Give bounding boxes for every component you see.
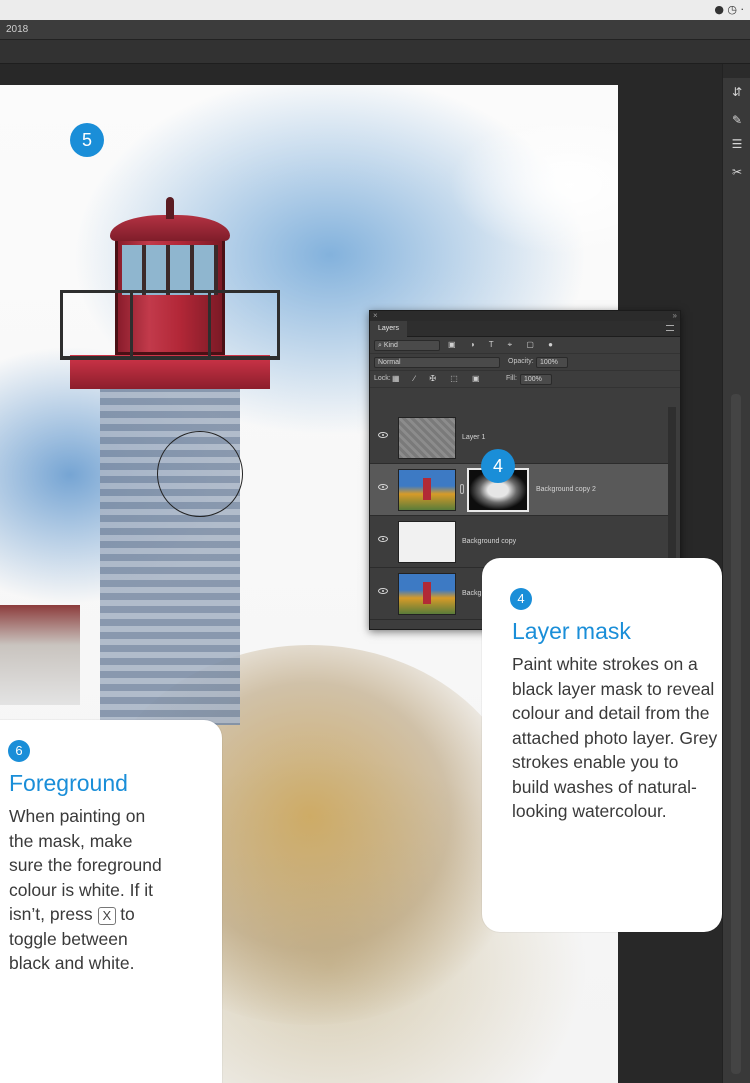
visibility-eye-icon[interactable] xyxy=(378,536,388,542)
lighthouse-finial xyxy=(166,197,174,219)
layer-name: Backg xyxy=(462,590,482,597)
layer-thumbnail xyxy=(398,521,456,563)
visibility-eye-icon[interactable] xyxy=(378,588,388,594)
system-menu-bar: ● ◷ · xyxy=(0,0,750,20)
lighthouse xyxy=(60,85,280,725)
lock-row: Lock: ▦ ∕ ✠ ⬚ ▣ Fill: 100% xyxy=(370,371,680,388)
callout-body: Paint white strokes on a black layer mas… xyxy=(512,654,718,821)
lighthouse-deck xyxy=(70,355,270,389)
collapse-icon[interactable]: » xyxy=(673,311,677,320)
opacity-input[interactable]: 100% xyxy=(536,357,568,368)
panel-menu-icon[interactable] xyxy=(666,325,674,331)
keyboard-key: X xyxy=(97,907,117,925)
railing-post xyxy=(208,290,211,360)
lighthouse-window xyxy=(122,245,218,295)
layer-thumbnail xyxy=(398,417,456,459)
lock-label: Lock: xyxy=(374,375,391,382)
callout-body: When painting on the mask, make sure the… xyxy=(9,804,167,976)
layer-row[interactable]: Background copy 2 xyxy=(370,464,668,516)
callout-title: Layer mask xyxy=(512,618,631,644)
brush-cursor xyxy=(157,431,243,517)
document-title: 2018 xyxy=(6,24,29,35)
step-badge-4: 4 xyxy=(481,449,515,483)
dock-scrollbar[interactable] xyxy=(731,394,741,1074)
callout-title: Foreground xyxy=(9,770,128,796)
layer-name: Background copy 2 xyxy=(536,486,596,493)
callout-number: 4 xyxy=(510,588,532,610)
callout-foreground: 6 Foreground When painting on the mask, … xyxy=(0,720,222,1083)
dock-header xyxy=(723,64,750,78)
layer-name: Background copy xyxy=(462,538,517,545)
tool-presets-icon[interactable]: ✂ xyxy=(729,164,745,180)
layer-thumbnail xyxy=(398,573,456,615)
filter-row: ⌕ Kind ▣ ◑ T ⌖ ▢ ● xyxy=(370,337,680,354)
filter-type-icons[interactable]: ▣ ◑ T ⌖ ▢ ● xyxy=(448,340,559,350)
blend-row: Normal Opacity: 100% xyxy=(370,354,680,371)
lock-icons[interactable]: ▦ ∕ ✠ ⬚ ▣ xyxy=(392,374,486,383)
document-title-bar: 2018 xyxy=(0,20,750,40)
tab-layers[interactable]: Layers xyxy=(370,321,408,337)
blend-mode-select[interactable]: Normal xyxy=(374,357,500,368)
mask-link-icon[interactable] xyxy=(460,484,464,494)
system-status-icons[interactable]: ● ◷ · xyxy=(714,3,744,16)
panel-tabs: Layers xyxy=(370,321,680,337)
visibility-eye-icon[interactable] xyxy=(378,484,388,490)
options-bar xyxy=(0,40,750,64)
layer-row[interactable]: Layer 1 xyxy=(370,412,668,464)
lighthouse-railing xyxy=(60,290,280,360)
railing-post xyxy=(130,290,133,360)
panel-dock: ⇵ ✎ ☰ ✂ xyxy=(722,64,750,1083)
kind-filter-select[interactable]: ⌕ Kind xyxy=(374,340,440,351)
adjustments-icon[interactable]: ☰ xyxy=(729,136,745,152)
opacity-label: Opacity: xyxy=(508,358,534,365)
callout-number: 6 xyxy=(8,740,30,762)
callout-layer-mask: 4 Layer mask Paint white strokes on a bl… xyxy=(482,558,722,932)
layer-name: Layer 1 xyxy=(462,434,486,441)
panel-header: × » xyxy=(370,311,680,321)
layer-thumbnail xyxy=(398,469,456,511)
brush-settings-icon[interactable]: ✎ xyxy=(729,112,745,128)
fill-label: Fill: xyxy=(506,375,517,382)
step-badge-5: 5 xyxy=(70,123,104,157)
fill-input[interactable]: 100% xyxy=(520,374,552,385)
visibility-eye-icon[interactable] xyxy=(378,432,388,438)
close-icon[interactable]: × xyxy=(373,311,378,320)
history-icon[interactable]: ⇵ xyxy=(729,84,745,100)
callout-text: When painting on the mask, make sure the… xyxy=(9,806,162,924)
